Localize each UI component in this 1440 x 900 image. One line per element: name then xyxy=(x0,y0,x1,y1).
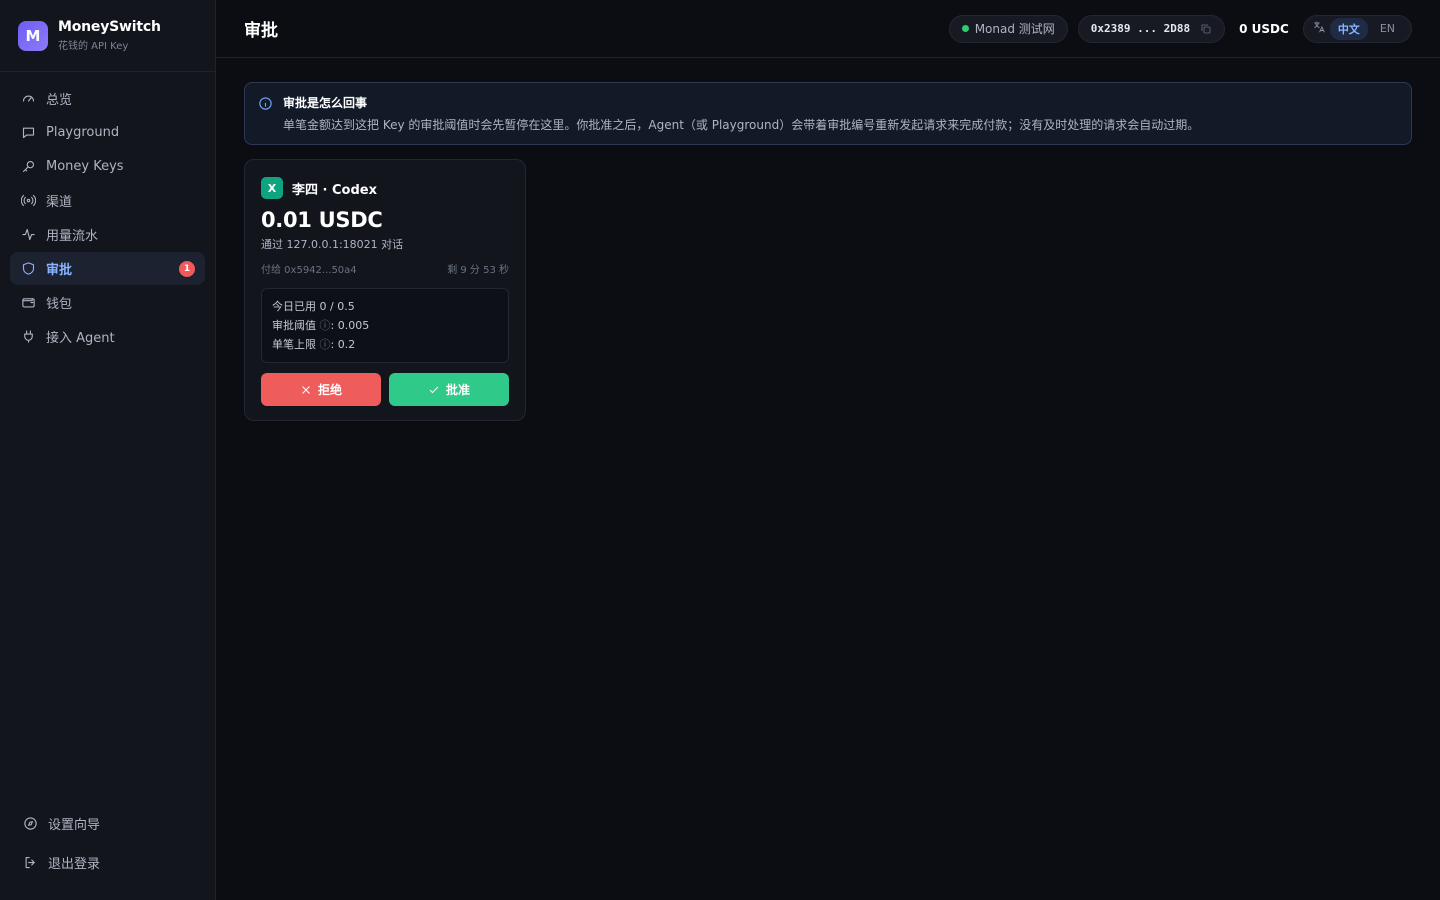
info-text: 单笔金额达到这把 Key 的审批阈值时会先暂停在这里。你批准之后，Agent（或… xyxy=(283,118,1200,132)
translate-icon xyxy=(1312,20,1326,37)
wallet-icon xyxy=(20,295,36,311)
sidebar-item-approvals[interactable]: 审批 1 xyxy=(10,252,205,285)
per-tx-cap-row: 单笔上限 ⓘ: 0.2 xyxy=(272,335,498,354)
request-via: 通过 127.0.0.1:18021 对话 xyxy=(261,238,404,251)
approve-label: 批准 xyxy=(445,383,470,397)
sidebar-item-setup-wizard[interactable]: 设置向导 xyxy=(10,804,205,842)
sidebar-item-label: Money Keys xyxy=(46,159,124,174)
sidebar-item-label: 钱包 xyxy=(46,297,73,312)
sidebar: M MoneySwitch 花钱的 API Key 总览 Playground … xyxy=(0,0,216,900)
sidebar-item-connect-agent[interactable]: 接入 Agent xyxy=(10,320,205,353)
threshold-label: 审批阈值 xyxy=(272,319,316,332)
brand[interactable]: M MoneySwitch 花钱的 API Key xyxy=(0,0,215,72)
brand-subtitle: 花钱的 API Key xyxy=(58,41,129,52)
pay-to-address: 付给 0x5942...50a4 xyxy=(261,265,357,276)
shield-icon xyxy=(20,261,36,277)
info-hint-icon[interactable]: ⓘ xyxy=(320,319,331,332)
info-icon xyxy=(258,96,273,115)
network-pill[interactable]: Monad 测试网 xyxy=(948,14,1068,43)
lang-en-button[interactable]: EN xyxy=(1372,19,1403,38)
network-label: Monad 测试网 xyxy=(974,22,1055,36)
wallet-address: 0x2389 ... 2D88 xyxy=(1090,22,1191,35)
info-title: 审批是怎么回事 xyxy=(283,96,368,110)
close-icon xyxy=(302,385,310,394)
brand-name: MoneySwitch xyxy=(58,19,161,35)
per-tx-cap-label: 单笔上限 xyxy=(272,338,316,351)
language-switcher: 中文 EN xyxy=(1302,14,1412,43)
chat-icon xyxy=(20,125,36,141)
sidebar-item-label: 退出登录 xyxy=(48,856,101,872)
plug-icon xyxy=(20,329,36,345)
sidebar-item-label: 接入 Agent xyxy=(46,331,115,346)
compass-icon xyxy=(22,815,38,831)
approve-button[interactable]: 批准 xyxy=(389,373,509,406)
copy-icon[interactable] xyxy=(1200,23,1212,35)
approval-info-banner: 审批是怎么回事 单笔金额达到这把 Key 的审批阈值时会先暂停在这里。你批准之后… xyxy=(244,82,1412,145)
pending-count-badge: 1 xyxy=(179,261,195,277)
reject-label: 拒绝 xyxy=(317,383,342,397)
threshold-value: : 0.005 xyxy=(330,319,370,332)
sidebar-item-label: 设置向导 xyxy=(48,817,101,833)
network-status-dot xyxy=(961,25,969,32)
sidebar-item-logout[interactable]: 退出登录 xyxy=(10,843,205,881)
logout-icon xyxy=(22,854,38,870)
check-icon xyxy=(429,386,439,393)
sidebar-item-label: 总览 xyxy=(46,93,73,108)
reject-button[interactable]: 拒绝 xyxy=(261,373,381,406)
daily-used: 今日已用 0 / 0.5 xyxy=(272,300,355,313)
sidebar-item-usage[interactable]: 用量流水 xyxy=(10,218,205,251)
sidebar-nav: 总览 Playground Money Keys 渠道 用量流水 审批 1 钱包 xyxy=(0,72,215,353)
per-tx-cap-value: : 0.2 xyxy=(330,338,356,351)
key-icon xyxy=(20,159,36,175)
sidebar-item-money-keys[interactable]: Money Keys xyxy=(10,150,205,183)
brand-logo: M xyxy=(18,20,48,51)
activity-icon xyxy=(20,227,36,243)
wallet-address-pill[interactable]: 0x2389 ... 2D88 xyxy=(1077,14,1226,43)
sidebar-item-channels[interactable]: 渠道 xyxy=(10,184,205,217)
threshold-row: 审批阈值 ⓘ: 0.005 xyxy=(272,316,498,335)
sidebar-item-label: 渠道 xyxy=(46,195,73,210)
key-limits-panel: 今日已用 0 / 0.5 审批阈值 ⓘ: 0.005 单笔上限 ⓘ: 0.2 xyxy=(261,288,509,363)
sidebar-item-label: 审批 xyxy=(46,263,73,278)
agent-avatar: X xyxy=(261,177,283,199)
sidebar-item-label: Playground xyxy=(46,125,120,140)
sidebar-item-label: 用量流水 xyxy=(46,229,99,244)
top-header: 审批 Monad 测试网 0x2389 ... 2D88 0 USDC 中文 E… xyxy=(216,0,1440,58)
sidebar-item-wallet[interactable]: 钱包 xyxy=(10,286,205,319)
sidebar-bottom: 设置向导 退出登录 xyxy=(10,804,205,882)
gauge-icon xyxy=(20,91,36,107)
broadcast-icon xyxy=(20,193,36,209)
agent-name: 李四 · Codex xyxy=(292,182,377,198)
request-amount: 0.01 USDC xyxy=(261,208,383,232)
sidebar-item-overview[interactable]: 总览 xyxy=(10,82,205,115)
time-remaining: 剩 9 分 53 秒 xyxy=(447,265,509,276)
info-hint-icon[interactable]: ⓘ xyxy=(320,338,331,351)
wallet-balance: 0 USDC xyxy=(1239,21,1289,36)
lang-zh-button[interactable]: 中文 xyxy=(1329,17,1368,40)
approval-request-card: X 李四 · Codex 0.01 USDC 通过 127.0.0.1:1802… xyxy=(244,159,526,421)
page-title: 审批 xyxy=(244,21,278,41)
sidebar-item-playground[interactable]: Playground xyxy=(10,116,205,149)
